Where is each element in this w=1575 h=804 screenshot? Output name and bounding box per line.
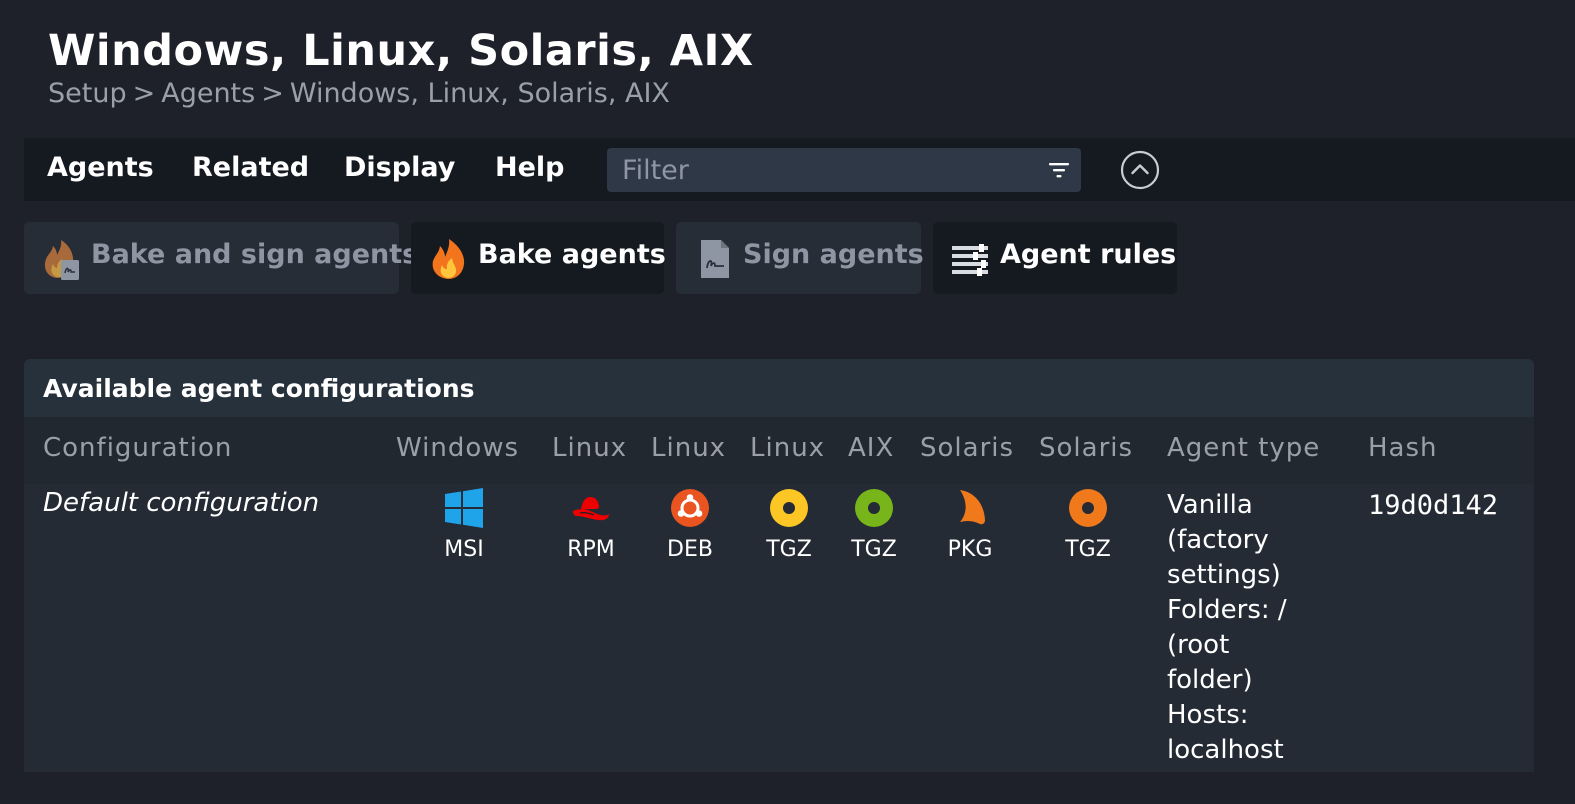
configuration-hash[interactable]: 19d0d142 xyxy=(1368,490,1498,521)
agent-type-line: Hosts: xyxy=(1167,700,1249,730)
bake-and-sign-button[interactable]: Bake and sign agents xyxy=(24,222,418,294)
panel-title: Available agent configurations xyxy=(43,374,475,403)
breadcrumb-separator: > xyxy=(261,78,284,109)
redhat-icon xyxy=(573,497,609,521)
menu-bar: Agents Related Display Help xyxy=(24,138,1575,201)
agent-configurations-panel: Available agent configurations Configura… xyxy=(24,359,1534,772)
page-title: Windows, Linux, Solaris, AIX xyxy=(48,26,754,76)
breadcrumb-agents[interactable]: Agents xyxy=(161,78,255,109)
package-ubuntu-deb[interactable]: DEB xyxy=(650,488,730,562)
agent-type-line: localhost xyxy=(1167,735,1284,765)
package-windows-msi[interactable]: MSI xyxy=(424,488,504,562)
tgz-solaris-icon xyxy=(1069,489,1107,527)
windows-icon xyxy=(445,488,483,528)
menu-related[interactable]: Related xyxy=(192,152,309,183)
panel-header: Available agent configurations xyxy=(24,359,1534,417)
bake-sign-icon xyxy=(44,240,79,280)
column-linux-tgz: Linux xyxy=(750,433,826,463)
filter-input[interactable] xyxy=(607,148,1081,192)
agent-type-line: Vanilla xyxy=(1167,490,1253,520)
ubuntu-icon xyxy=(671,489,709,527)
configuration-name: Default configuration xyxy=(43,488,320,518)
agent-type-line: (factory xyxy=(1167,525,1269,555)
signature-document-icon xyxy=(701,240,729,278)
menu-help[interactable]: Help xyxy=(495,152,565,183)
tgz-aix-icon xyxy=(855,489,893,527)
agent-type-line: folder) xyxy=(1167,665,1253,695)
column-linux-deb: Linux xyxy=(651,433,727,463)
package-solaris-pkg[interactable]: PKG xyxy=(930,488,1010,562)
package-redhat-rpm[interactable]: RPM xyxy=(551,488,631,562)
column-solaris-tgz: Solaris xyxy=(1039,433,1134,463)
agent-type-cell: Vanilla (factory settings) Folders: / (r… xyxy=(1167,488,1347,768)
package-solaris-tgz[interactable]: TGZ xyxy=(1048,488,1128,562)
column-configuration: Configuration xyxy=(43,433,233,463)
package-label: TGZ xyxy=(851,537,897,562)
column-linux-rpm: Linux xyxy=(552,433,628,463)
breadcrumb: Setup > Agents > Windows, Linux, Solaris, AI… xyxy=(48,78,670,109)
package-label: TGZ xyxy=(766,537,812,562)
breadcrumb-setup[interactable]: Setup xyxy=(48,78,127,109)
package-linux-tgz[interactable]: TGZ xyxy=(749,488,829,562)
package-label: TGZ xyxy=(1065,537,1111,562)
column-aix: AIX xyxy=(848,433,895,463)
filter-box xyxy=(607,148,1081,192)
bake-agents-button[interactable]: Bake agents xyxy=(411,222,666,294)
package-label: PKG xyxy=(947,537,993,562)
sign-agents-button[interactable]: Sign agents xyxy=(676,222,924,294)
tgz-linux-icon xyxy=(770,489,808,527)
filter-icon[interactable] xyxy=(1048,159,1070,181)
menu-agents[interactable]: Agents xyxy=(47,152,154,183)
chevron-up-circle-icon[interactable] xyxy=(1120,150,1160,190)
package-aix-tgz[interactable]: TGZ xyxy=(834,488,914,562)
agent-type-line: Folders: / xyxy=(1167,595,1287,625)
menu-display[interactable]: Display xyxy=(344,152,455,183)
bake-and-sign-label: Bake and sign agents xyxy=(91,239,419,270)
column-windows: Windows xyxy=(396,433,520,463)
breadcrumb-current: Windows, Linux, Solaris, AIX xyxy=(289,78,670,109)
sign-agents-label: Sign agents xyxy=(743,239,924,270)
rules-icon xyxy=(952,244,988,276)
table-header: Configuration Windows Linux Linux Linux … xyxy=(24,417,1534,484)
breadcrumb-separator: > xyxy=(132,78,156,109)
agent-rules-button[interactable]: Agent rules xyxy=(933,222,1177,294)
column-agent-type: Agent type xyxy=(1167,433,1321,463)
agent-type-line: (root xyxy=(1167,630,1230,660)
package-label: MSI xyxy=(444,537,484,562)
package-label: DEB xyxy=(667,537,713,562)
column-hash: Hash xyxy=(1368,433,1438,463)
agent-rules-label: Agent rules xyxy=(1000,239,1177,270)
package-label: RPM xyxy=(567,537,615,562)
column-solaris-pkg: Solaris xyxy=(920,433,1015,463)
agent-type-line: settings) xyxy=(1167,560,1281,590)
bake-agents-label: Bake agents xyxy=(478,239,666,270)
flame-icon xyxy=(432,239,465,279)
solaris-icon xyxy=(960,490,985,525)
